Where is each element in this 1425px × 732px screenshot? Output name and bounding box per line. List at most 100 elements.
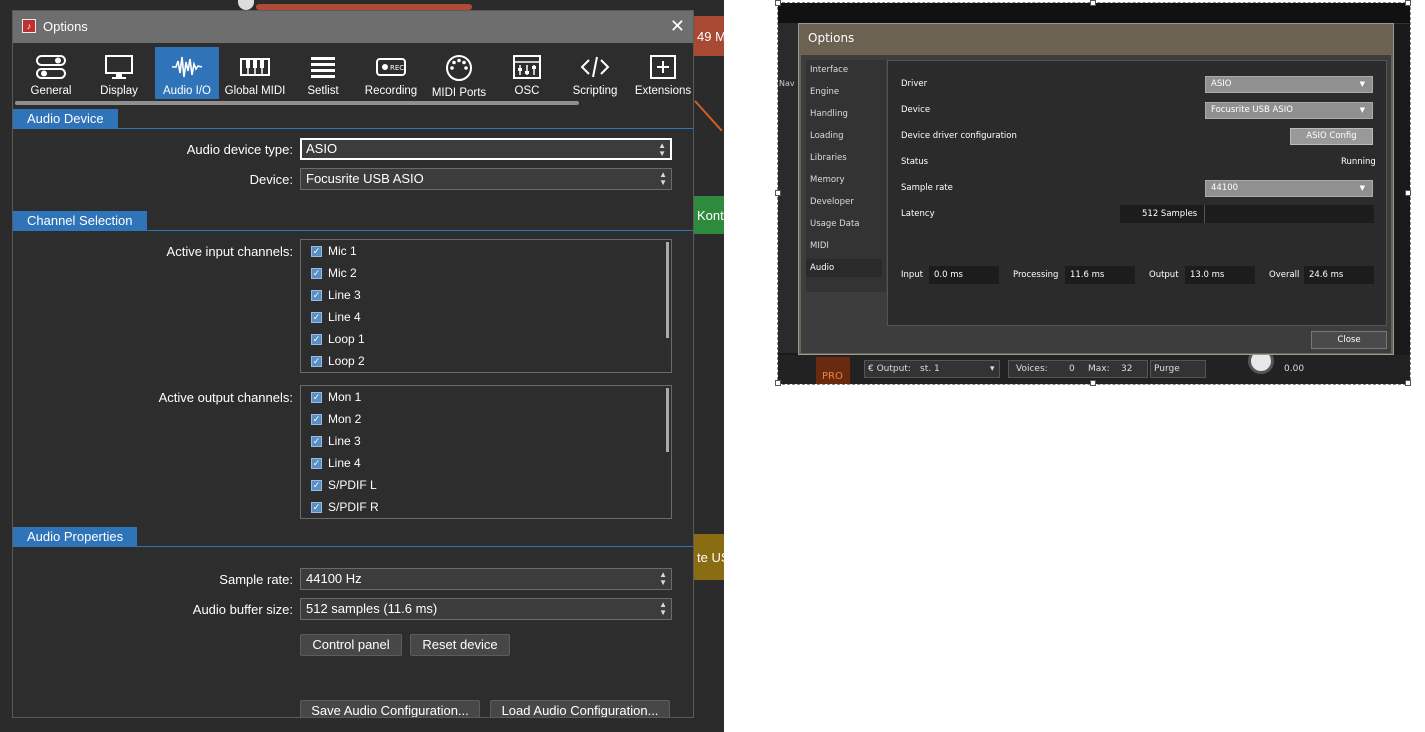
audio-device-type-select[interactable]: ASIO ▲ ▼ bbox=[300, 138, 672, 160]
list-icon bbox=[311, 57, 335, 78]
sidebar-item-interface[interactable]: Interface bbox=[806, 61, 882, 79]
load-audio-config-button[interactable]: Load Audio Configuration... bbox=[490, 700, 670, 717]
list-item[interactable]: ✓ Mon 1 bbox=[301, 386, 671, 408]
device-select[interactable]: Focusrite USB ASIO ▲ ▼ bbox=[300, 168, 672, 190]
chevron-down-icon: ▼ bbox=[1359, 106, 1365, 114]
checkbox[interactable]: ✓ bbox=[311, 311, 322, 323]
tab-general[interactable]: General bbox=[19, 47, 83, 99]
list-item[interactable]: ✓ Mon 2 bbox=[301, 408, 671, 430]
checkbox[interactable]: ✓ bbox=[311, 435, 322, 447]
tab-recording[interactable]: REC Recording bbox=[359, 47, 423, 99]
selection-handle[interactable] bbox=[1405, 380, 1411, 386]
input-channels-list[interactable]: ✓ Mic 1 ✓ Mic 2 ✓ Line 3 ✓ Line 4 ✓ Loop 1 ✓ L… bbox=[300, 239, 672, 373]
selection-handle[interactable] bbox=[775, 380, 781, 386]
list-scrollbar[interactable] bbox=[666, 388, 669, 452]
section-channel-selection: Channel Selection bbox=[13, 211, 693, 231]
sidebar-item-usage-data[interactable]: Usage Data bbox=[806, 215, 882, 233]
buffer-size-select[interactable]: 512 samples (11.6 ms) ▲ ▼ bbox=[300, 598, 672, 620]
tab-setlist[interactable]: Setlist bbox=[291, 47, 355, 99]
sidebar-item-developer[interactable]: Developer bbox=[806, 193, 882, 211]
selection-handle[interactable] bbox=[1090, 0, 1096, 6]
close-button[interactable]: Close bbox=[1311, 331, 1387, 349]
list-scrollbar[interactable] bbox=[666, 242, 669, 338]
output-channels-list[interactable]: ✓ Mon 1 ✓ Mon 2 ✓ Line 3 ✓ Line 4 ✓ S/PDIF L … bbox=[300, 385, 672, 519]
select-value: 44100 bbox=[1211, 183, 1239, 193]
selection-handle[interactable] bbox=[1090, 380, 1096, 386]
tab-scripting[interactable]: Scripting bbox=[563, 47, 627, 99]
selection-handle[interactable] bbox=[775, 190, 781, 196]
host-purge-label: Purge bbox=[1154, 364, 1180, 374]
sidebar-item-loading[interactable]: Loading bbox=[806, 127, 882, 145]
checkbox[interactable]: ✓ bbox=[311, 245, 322, 257]
channel-name: Line 4 bbox=[328, 310, 361, 324]
checkbox[interactable]: ✓ bbox=[311, 501, 322, 513]
chevron-down-icon: ▾ bbox=[990, 364, 995, 374]
sample-rate-select[interactable]: 44100 ▼ bbox=[1205, 180, 1373, 197]
sidebar-item-libraries[interactable]: Libraries bbox=[806, 149, 882, 167]
list-item[interactable]: ✓ Line 3 bbox=[301, 284, 671, 306]
checkbox[interactable]: ✓ bbox=[311, 479, 322, 491]
device-select[interactable]: Focusrite USB ASIO ▼ bbox=[1205, 102, 1373, 119]
reset-device-button[interactable]: Reset device bbox=[410, 634, 510, 656]
title-bar[interactable]: ♪ Options ✕ bbox=[13, 11, 693, 43]
background-app-window: 49 MK Kont te US ♪ Options ✕ General bbox=[0, 0, 724, 732]
sample-rate-select[interactable]: 44100 Hz ▲ ▼ bbox=[300, 568, 672, 590]
overall-latency-label: Overall bbox=[1269, 270, 1300, 280]
select-value: ASIO bbox=[1211, 79, 1232, 89]
tab-audio-io[interactable]: Audio I/O bbox=[155, 47, 219, 99]
list-item[interactable]: ✓ Line 4 bbox=[301, 452, 671, 474]
osc-icon bbox=[513, 55, 541, 79]
monitor-icon bbox=[105, 55, 133, 79]
background-device-chip: Kont bbox=[692, 196, 724, 234]
tab-extensions[interactable]: Extensions bbox=[631, 47, 693, 99]
tab-label: General bbox=[30, 85, 72, 97]
list-item[interactable]: ✓ Mic 2 bbox=[301, 262, 671, 284]
svg-text:REC: REC bbox=[390, 64, 404, 72]
sidebar-item-midi[interactable]: MIDI bbox=[806, 237, 882, 255]
checkbox[interactable]: ✓ bbox=[311, 289, 322, 301]
latency-slider[interactable]: 512 Samples bbox=[1120, 205, 1374, 223]
list-item[interactable]: ✓ S/PDIF L bbox=[301, 474, 671, 496]
list-item[interactable]: ✓ Line 3 bbox=[301, 430, 671, 452]
selection-handle[interactable] bbox=[1405, 190, 1411, 196]
sidebar-item-engine[interactable]: Engine bbox=[806, 83, 882, 101]
status-value: Running bbox=[1341, 157, 1376, 167]
asio-config-button[interactable]: ASIO Config bbox=[1290, 128, 1373, 145]
list-item[interactable]: ✓ S/PDIF R bbox=[301, 496, 671, 518]
processing-latency-label: Processing bbox=[1013, 270, 1059, 280]
tab-display[interactable]: Display bbox=[87, 47, 151, 99]
tab-midi-ports[interactable]: MIDI Ports bbox=[427, 47, 491, 99]
checkbox[interactable]: ✓ bbox=[311, 457, 322, 469]
output-latency-field: 13.0 ms bbox=[1185, 266, 1255, 284]
rec-icon: REC bbox=[376, 58, 406, 76]
section-audio-device: Audio Device bbox=[13, 109, 693, 129]
save-audio-config-button[interactable]: Save Audio Configuration... bbox=[300, 700, 480, 717]
list-item[interactable]: ✓ Loop 1 bbox=[301, 328, 671, 350]
dialog-title: Options bbox=[808, 31, 855, 45]
tab-label: MIDI Ports bbox=[431, 87, 487, 99]
selection-handle[interactable] bbox=[775, 0, 781, 6]
checkbox[interactable]: ✓ bbox=[311, 413, 322, 425]
host-instrument-logo: PRO bbox=[816, 357, 850, 384]
checkbox[interactable]: ✓ bbox=[311, 391, 322, 403]
sample-rate-label: Sample rate bbox=[901, 183, 953, 193]
close-icon[interactable]: ✕ bbox=[670, 16, 685, 36]
list-item[interactable]: ✓ Mic 1 bbox=[301, 240, 671, 262]
tab-label: Setlist bbox=[307, 85, 339, 97]
tab-global-midi[interactable]: Global MIDI bbox=[223, 47, 287, 99]
driver-select[interactable]: ASIO ▼ bbox=[1205, 76, 1373, 93]
checkbox[interactable]: ✓ bbox=[311, 355, 322, 367]
checkbox[interactable]: ✓ bbox=[311, 267, 322, 279]
selection-handle[interactable] bbox=[1405, 0, 1411, 6]
sidebar-item-handling[interactable]: Handling bbox=[806, 105, 882, 123]
sidebar-item-audio[interactable]: Audio bbox=[806, 259, 882, 277]
list-item[interactable]: ✓ Line 4 bbox=[301, 306, 671, 328]
control-panel-button[interactable]: Control panel bbox=[300, 634, 402, 656]
tab-scrollbar[interactable] bbox=[15, 101, 579, 105]
sidebar-item-memory[interactable]: Memory bbox=[806, 171, 882, 189]
tab-osc[interactable]: OSC bbox=[495, 47, 559, 99]
latency-slider-handle[interactable] bbox=[1204, 205, 1205, 223]
device-label: Device bbox=[901, 105, 931, 115]
checkbox[interactable]: ✓ bbox=[311, 333, 322, 345]
list-item[interactable]: ✓ Loop 2 bbox=[301, 350, 671, 372]
